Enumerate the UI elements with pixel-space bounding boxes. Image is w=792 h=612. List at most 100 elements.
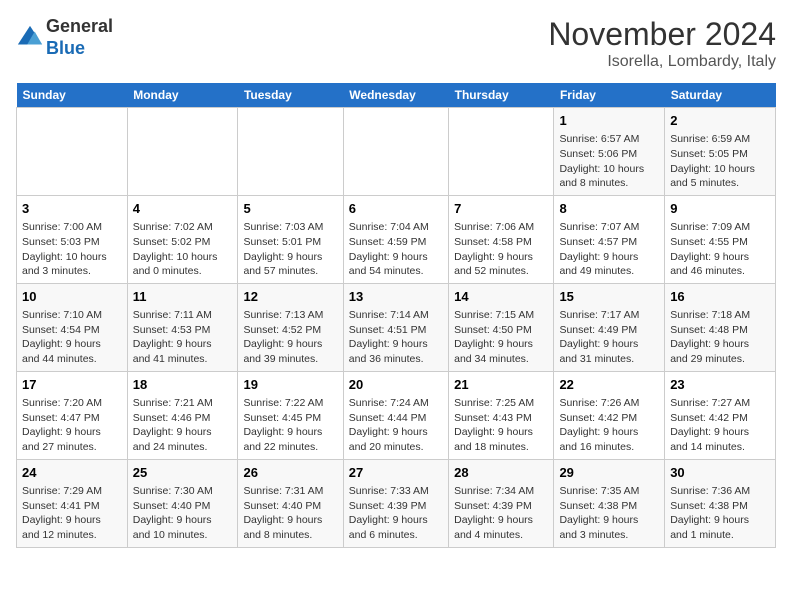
- calendar-cell: 11Sunrise: 7:11 AM Sunset: 4:53 PM Dayli…: [127, 283, 238, 371]
- calendar-cell: 28 Sunrise: 7:34 AM Sunset: 4:39 PM Dayli…: [449, 459, 554, 547]
- day-detail: Sunrise: 7:20 AM Sunset: 4:47 PM Dayligh…: [22, 396, 122, 455]
- calendar-cell: 30 Sunrise: 7:36 AM Sunset: 4:38 PM Dayli…: [665, 459, 776, 547]
- day-number: 10: [22, 288, 122, 306]
- day-number: 1: [559, 112, 659, 130]
- day-detail: Sunrise: 7:14 AM Sunset: 4:51 PM Dayligh…: [349, 308, 443, 367]
- calendar-week-1: 3 Sunrise: 7:00 AM Sunset: 5:03 PM Daylig…: [17, 195, 776, 283]
- day-detail: Sunrise: 6:57 AM Sunset: 5:06 PM Dayligh…: [559, 132, 659, 191]
- day-detail: Sunrise: 7:30 AM Sunset: 4:40 PM Dayligh…: [133, 484, 233, 543]
- day-number: 30: [670, 464, 770, 482]
- weekday-header-friday: Friday: [554, 83, 665, 108]
- calendar-cell: 29 Sunrise: 7:35 AM Sunset: 4:38 PM Dayli…: [554, 459, 665, 547]
- calendar-cell: 25 Sunrise: 7:30 AM Sunset: 4:40 PM Dayli…: [127, 459, 238, 547]
- calendar: SundayMondayTuesdayWednesdayThursdayFrid…: [16, 83, 776, 548]
- day-detail: Sunrise: 7:27 AM Sunset: 4:42 PM Dayligh…: [670, 396, 770, 455]
- day-detail: Sunrise: 6:59 AM Sunset: 5:05 PM Dayligh…: [670, 132, 770, 191]
- day-number: 15: [559, 288, 659, 306]
- day-detail: Sunrise: 7:35 AM Sunset: 4:38 PM Dayligh…: [559, 484, 659, 543]
- weekday-header-monday: Monday: [127, 83, 238, 108]
- day-number: 3: [22, 200, 122, 218]
- day-number: 12: [243, 288, 337, 306]
- day-detail: Sunrise: 7:04 AM Sunset: 4:59 PM Dayligh…: [349, 220, 443, 279]
- month-title: November 2024: [548, 16, 776, 53]
- weekday-header-wednesday: Wednesday: [343, 83, 448, 108]
- calendar-cell: 23 Sunrise: 7:27 AM Sunset: 4:42 PM Dayli…: [665, 371, 776, 459]
- calendar-cell: 2 Sunrise: 6:59 AM Sunset: 5:05 PM Daylig…: [665, 108, 776, 196]
- day-number: 4: [133, 200, 233, 218]
- day-number: 28: [454, 464, 548, 482]
- calendar-week-3: 17 Sunrise: 7:20 AM Sunset: 4:47 PM Dayli…: [17, 371, 776, 459]
- calendar-cell: 18 Sunrise: 7:21 AM Sunset: 4:46 PM Dayli…: [127, 371, 238, 459]
- calendar-cell: [343, 108, 448, 196]
- logo-blue: Blue: [46, 38, 85, 58]
- calendar-cell: 26Sunrise: 7:31 AM Sunset: 4:40 PM Dayli…: [238, 459, 343, 547]
- logo-general: General: [46, 16, 113, 36]
- day-detail: Sunrise: 7:11 AM Sunset: 4:53 PM Dayligh…: [133, 308, 233, 367]
- day-number: 7: [454, 200, 548, 218]
- day-number: 6: [349, 200, 443, 218]
- day-number: 16: [670, 288, 770, 306]
- calendar-cell: 6 Sunrise: 7:04 AM Sunset: 4:59 PM Daylig…: [343, 195, 448, 283]
- day-detail: Sunrise: 7:21 AM Sunset: 4:46 PM Dayligh…: [133, 396, 233, 455]
- day-detail: Sunrise: 7:13 AM Sunset: 4:52 PM Dayligh…: [243, 308, 337, 367]
- weekday-header-saturday: Saturday: [665, 83, 776, 108]
- calendar-cell: 4Sunrise: 7:02 AM Sunset: 5:02 PM Daylig…: [127, 195, 238, 283]
- calendar-cell: [449, 108, 554, 196]
- calendar-cell: 12 Sunrise: 7:13 AM Sunset: 4:52 PM Dayli…: [238, 283, 343, 371]
- day-number: 8: [559, 200, 659, 218]
- day-number: 17: [22, 376, 122, 394]
- day-number: 9: [670, 200, 770, 218]
- day-number: 22: [559, 376, 659, 394]
- day-detail: Sunrise: 7:15 AM Sunset: 4:50 PM Dayligh…: [454, 308, 548, 367]
- day-number: 20: [349, 376, 443, 394]
- day-detail: Sunrise: 7:17 AM Sunset: 4:49 PM Dayligh…: [559, 308, 659, 367]
- day-number: 13: [349, 288, 443, 306]
- calendar-cell: 15 Sunrise: 7:17 AM Sunset: 4:49 PM Dayli…: [554, 283, 665, 371]
- day-detail: Sunrise: 7:24 AM Sunset: 4:44 PM Dayligh…: [349, 396, 443, 455]
- day-detail: Sunrise: 7:06 AM Sunset: 4:58 PM Dayligh…: [454, 220, 548, 279]
- day-number: 23: [670, 376, 770, 394]
- day-detail: Sunrise: 7:33 AM Sunset: 4:39 PM Dayligh…: [349, 484, 443, 543]
- day-detail: Sunrise: 7:29 AM Sunset: 4:41 PM Dayligh…: [22, 484, 122, 543]
- calendar-cell: 8 Sunrise: 7:07 AM Sunset: 4:57 PM Daylig…: [554, 195, 665, 283]
- logo: General Blue: [16, 16, 113, 59]
- weekday-header-sunday: Sunday: [17, 83, 128, 108]
- day-detail: Sunrise: 7:09 AM Sunset: 4:55 PM Dayligh…: [670, 220, 770, 279]
- calendar-week-4: 24Sunrise: 7:29 AM Sunset: 4:41 PM Dayli…: [17, 459, 776, 547]
- weekday-header-thursday: Thursday: [449, 83, 554, 108]
- day-detail: Sunrise: 7:07 AM Sunset: 4:57 PM Dayligh…: [559, 220, 659, 279]
- calendar-cell: 20 Sunrise: 7:24 AM Sunset: 4:44 PM Dayli…: [343, 371, 448, 459]
- day-number: 27: [349, 464, 443, 482]
- day-number: 18: [133, 376, 233, 394]
- calendar-cell: [238, 108, 343, 196]
- calendar-cell: 22 Sunrise: 7:26 AM Sunset: 4:42 PM Dayli…: [554, 371, 665, 459]
- logo-text: General Blue: [46, 16, 113, 59]
- day-number: 5: [243, 200, 337, 218]
- day-number: 19: [243, 376, 337, 394]
- day-detail: Sunrise: 7:18 AM Sunset: 4:48 PM Dayligh…: [670, 308, 770, 367]
- calendar-cell: 19Sunrise: 7:22 AM Sunset: 4:45 PM Dayli…: [238, 371, 343, 459]
- calendar-cell: 7 Sunrise: 7:06 AM Sunset: 4:58 PM Daylig…: [449, 195, 554, 283]
- calendar-header: SundayMondayTuesdayWednesdayThursdayFrid…: [17, 83, 776, 108]
- calendar-cell: [17, 108, 128, 196]
- day-detail: Sunrise: 7:34 AM Sunset: 4:39 PM Dayligh…: [454, 484, 548, 543]
- day-number: 29: [559, 464, 659, 482]
- page-header: General Blue November 2024 Isorella, Lom…: [16, 16, 776, 71]
- weekday-header-tuesday: Tuesday: [238, 83, 343, 108]
- title-block: November 2024 Isorella, Lombardy, Italy: [548, 16, 776, 71]
- calendar-week-0: 1 Sunrise: 6:57 AM Sunset: 5:06 PM Daylig…: [17, 108, 776, 196]
- logo-icon: [16, 24, 44, 52]
- calendar-cell: 14 Sunrise: 7:15 AM Sunset: 4:50 PM Dayli…: [449, 283, 554, 371]
- day-detail: Sunrise: 7:36 AM Sunset: 4:38 PM Dayligh…: [670, 484, 770, 543]
- day-detail: Sunrise: 7:03 AM Sunset: 5:01 PM Dayligh…: [243, 220, 337, 279]
- calendar-cell: 17 Sunrise: 7:20 AM Sunset: 4:47 PM Dayli…: [17, 371, 128, 459]
- day-number: 14: [454, 288, 548, 306]
- calendar-cell: 27 Sunrise: 7:33 AM Sunset: 4:39 PM Dayli…: [343, 459, 448, 547]
- day-number: 2: [670, 112, 770, 130]
- day-detail: Sunrise: 7:00 AM Sunset: 5:03 PM Dayligh…: [22, 220, 122, 279]
- day-detail: Sunrise: 7:26 AM Sunset: 4:42 PM Dayligh…: [559, 396, 659, 455]
- day-number: 25: [133, 464, 233, 482]
- calendar-cell: 24Sunrise: 7:29 AM Sunset: 4:41 PM Dayli…: [17, 459, 128, 547]
- day-detail: Sunrise: 7:25 AM Sunset: 4:43 PM Dayligh…: [454, 396, 548, 455]
- calendar-cell: 9 Sunrise: 7:09 AM Sunset: 4:55 PM Daylig…: [665, 195, 776, 283]
